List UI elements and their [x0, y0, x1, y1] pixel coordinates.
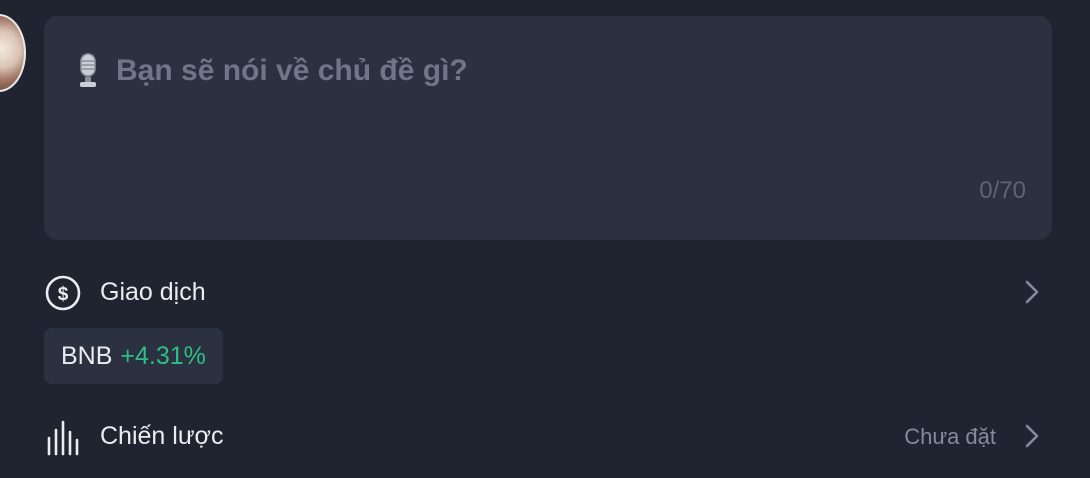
coin-symbol: BNB — [61, 341, 113, 370]
trade-row[interactable]: $ Giao dịch — [44, 270, 1052, 314]
strategy-value: Chưa đặt — [904, 424, 996, 449]
bar-chart-icon — [47, 420, 79, 456]
topic-input-box[interactable]: Bạn sẽ nói về chủ đề gì? 0/70 — [44, 16, 1052, 240]
strategy-row[interactable]: Chiến lược Chưa đặt — [44, 414, 1052, 458]
svg-text:$: $ — [58, 284, 69, 305]
trade-label: Giao dịch — [100, 278, 206, 306]
user-avatar[interactable] — [0, 14, 26, 92]
character-counter: 0/70 — [979, 177, 1026, 204]
chevron-right-icon[interactable] — [1022, 278, 1042, 306]
coin-change: +4.31% — [120, 341, 206, 370]
strategy-label: Chiến lược — [100, 422, 224, 450]
coin-tag[interactable]: BNB +4.31% — [44, 328, 223, 384]
dollar-circle-icon: $ — [45, 275, 81, 311]
chevron-right-icon[interactable] — [1022, 422, 1042, 450]
topic-placeholder: Bạn sẽ nói về chủ đề gì? — [116, 54, 468, 87]
microphone-icon — [80, 53, 96, 87]
